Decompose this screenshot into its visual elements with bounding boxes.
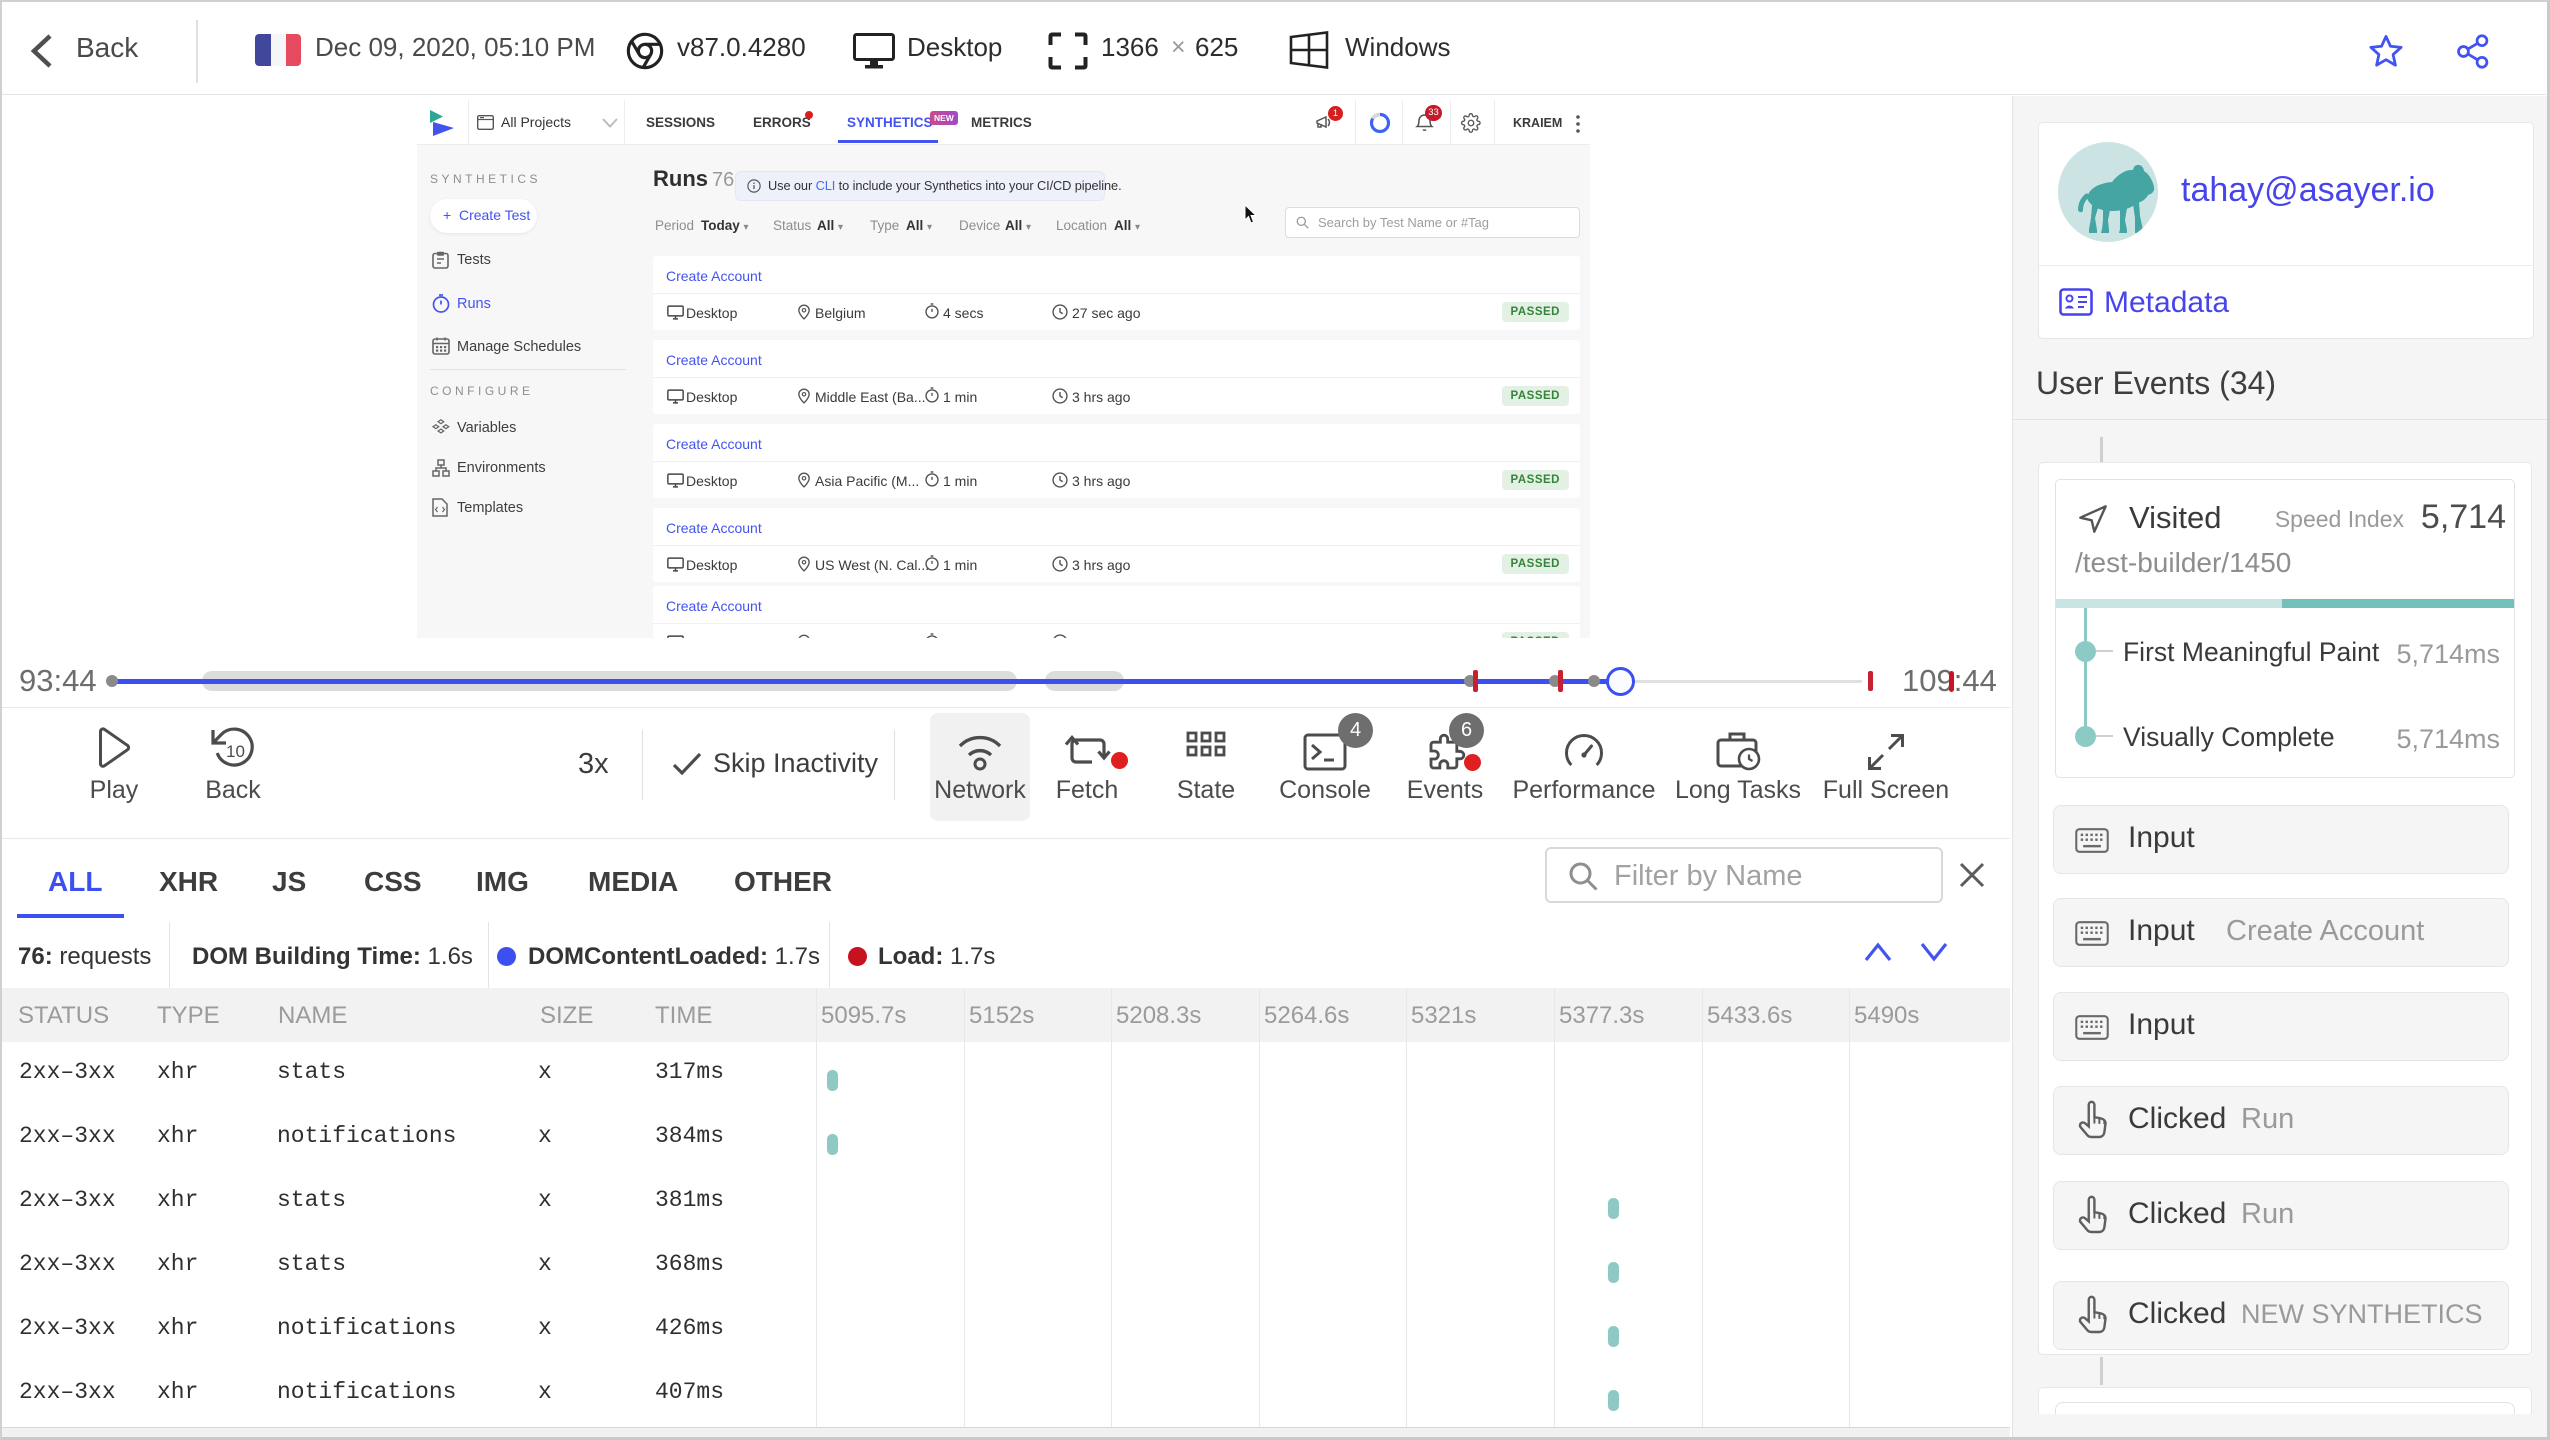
svg-text:10: 10 <box>226 742 245 761</box>
